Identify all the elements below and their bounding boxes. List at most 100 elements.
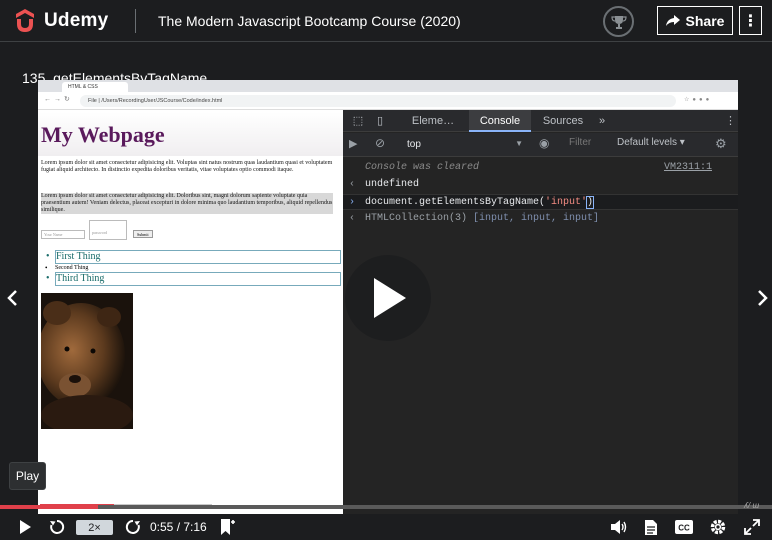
chevron-right-icon <box>758 290 768 306</box>
result-items[interactable]: [input, input, input] <box>473 213 599 224</box>
header-divider <box>135 9 136 33</box>
console-filter-input[interactable]: Filter <box>569 137 609 148</box>
command-prefix: document.getElementsByTagName( <box>365 197 546 208</box>
devtools-menu-icon[interactable]: ⋮ <box>725 110 736 132</box>
devtools-tab-bar: ⬚ ▯ Eleme… Console Sources » ⋮ ✕ <box>343 110 738 132</box>
top-bar: Udemy The Modern Javascript Bootcamp Cou… <box>0 0 772 42</box>
settings-button[interactable] <box>707 517 729 537</box>
bear-image <box>41 293 133 429</box>
prompt-icon: › <box>349 197 356 208</box>
webpage-paragraph-1: Lorem ipsum dolor sit amet consectetur a… <box>41 160 333 173</box>
rewind-icon <box>50 519 65 534</box>
progress-bar[interactable] <box>0 505 772 509</box>
browser-url-bar: ←→↻ File | /Users/RecordingUser/JSCourse… <box>38 92 738 110</box>
webpage-list: First Thing Second Thing Third Thing <box>45 250 341 286</box>
console-input-line[interactable]: › document.getElementsByTagName('input') <box>343 194 738 210</box>
console-message: ‹ HTMLCollection(3) [input, input, input… <box>343 211 738 227</box>
webpage-password-input: password <box>89 220 127 240</box>
return-arrow-icon: ‹ <box>349 213 356 224</box>
play-pause-button[interactable] <box>14 517 36 537</box>
progress-trophy-button[interactable] <box>603 6 634 37</box>
return-arrow-icon: ‹ <box>349 179 356 190</box>
command-argument: 'input' <box>545 197 588 208</box>
progress-fill <box>0 505 99 509</box>
course-title[interactable]: The Modern Javascript Bootcamp Course (2… <box>158 13 461 29</box>
chevron-left-icon <box>7 290 17 306</box>
browser-address: File | /Users/RecordingUser/JSCourse/Cod… <box>80 95 676 107</box>
webpage-paragraph-2: Lorem ipsum dolor sit amet consectetur a… <box>41 193 333 214</box>
tab-sources[interactable]: Sources <box>535 110 591 132</box>
webpage-form: Your Name password Submit <box>41 220 341 246</box>
console-message: ‹ undefined <box>343 177 738 193</box>
chevron-down-icon: ▼ <box>515 139 523 148</box>
share-button[interactable]: Share <box>657 6 733 35</box>
volume-icon <box>611 520 627 534</box>
player-controls: 2× 0:55 / 7:16 CC <box>0 514 772 540</box>
fullscreen-button[interactable] <box>741 517 763 537</box>
result-head: HTMLCollection(3) <box>365 213 474 224</box>
playback-speed-button[interactable]: 2× <box>76 520 113 535</box>
webpage-name-input: Your Name <box>41 230 85 239</box>
inspect-icon[interactable]: ⬚ <box>349 110 367 132</box>
clear-console-icon[interactable]: ⊘ <box>375 136 385 150</box>
eye-icon[interactable]: ◉ <box>539 136 549 150</box>
webpage-submit-button: Submit <box>133 230 153 238</box>
more-tabs-icon[interactable]: » <box>593 110 611 132</box>
bear-illustration <box>41 293 133 429</box>
forward-icon <box>125 519 140 534</box>
udemy-logo-icon <box>16 9 34 32</box>
tab-elements[interactable]: Eleme… <box>405 110 461 132</box>
console-toolbar: ▶ ⊘ top ▼ ◉ Filter Default levels ▾ ⚙ <box>343 133 738 157</box>
share-icon <box>665 14 680 26</box>
rendered-webpage: My Webpage Lorem ipsum dolor sit amet co… <box>38 110 343 516</box>
add-bookmark-button[interactable] <box>216 517 238 537</box>
webpage-heading: My Webpage <box>41 122 165 147</box>
browser-tab: HTML & CSS <box>62 82 128 92</box>
log-levels-dropdown[interactable]: Default levels ▾ <box>617 137 685 148</box>
watermark: ʎ/ ɯ <box>744 501 760 510</box>
next-lecture-button[interactable] <box>751 276 772 320</box>
bookmark-add-icon <box>221 519 235 535</box>
sidebar-toggle-icon[interactable]: ▶ <box>349 137 357 150</box>
browser-tab-strip: HTML & CSS <box>38 80 738 92</box>
trophy-icon <box>610 15 627 29</box>
tab-console[interactable]: Console <box>469 110 531 132</box>
time-display: 0:55 / 7:16 <box>150 520 207 534</box>
brand-name: Udemy <box>44 10 109 31</box>
play-icon <box>374 278 406 318</box>
browser-nav-icons: ←→↻ <box>44 96 73 103</box>
console-result: HTMLCollection(3) [input, input, input] <box>365 211 599 227</box>
big-play-button[interactable] <box>345 255 431 341</box>
device-toolbar-icon[interactable]: ▯ <box>371 110 389 132</box>
command-suffix: ) <box>586 196 595 209</box>
svg-text:CC: CC <box>678 524 690 533</box>
source-link[interactable]: VM2311:1 <box>664 160 712 176</box>
more-options-button[interactable]: ⋮ <box>739 6 762 35</box>
browser-extension-icons: ☆●●● <box>684 97 713 103</box>
play-tooltip: Play <box>9 462 46 490</box>
previous-lecture-button[interactable] <box>0 276 24 320</box>
play-icon <box>20 520 31 534</box>
console-cleared-text: Console was cleared <box>365 162 480 173</box>
gear-icon[interactable]: ⚙ <box>715 136 727 152</box>
volume-button[interactable] <box>608 517 630 537</box>
gear-icon <box>710 519 726 535</box>
context-value: top <box>407 139 421 150</box>
transcript-button[interactable] <box>640 517 662 537</box>
webpage-list-item: Second Thing <box>45 264 341 272</box>
context-selector[interactable]: top ▼ <box>403 136 527 154</box>
udemy-logo[interactable]: Udemy <box>12 8 108 34</box>
console-output-text: undefined <box>365 179 420 190</box>
console-message: Console was cleared VM2311:1 <box>343 160 738 176</box>
captions-icon: CC <box>675 520 693 534</box>
forward-button[interactable] <box>122 517 144 537</box>
share-label: Share <box>685 12 725 29</box>
webpage-list-item: Third Thing <box>46 272 341 286</box>
more-icon: ⋮ <box>742 12 759 30</box>
console-command: document.getElementsByTagName('input') <box>365 195 595 211</box>
rewind-button[interactable] <box>46 517 68 537</box>
captions-button[interactable]: CC <box>673 517 695 537</box>
expand-icon <box>744 519 760 535</box>
webpage-list-item: First Thing <box>46 250 341 264</box>
transcript-icon <box>645 519 657 535</box>
